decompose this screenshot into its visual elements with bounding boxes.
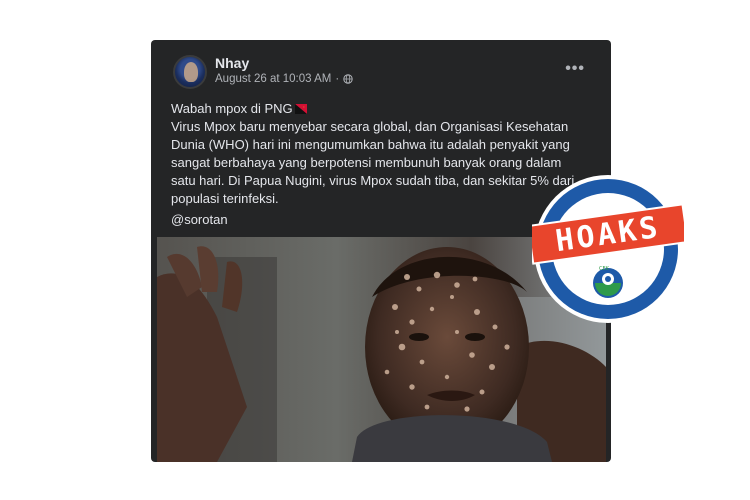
meta-separator: ·	[335, 73, 340, 85]
author-avatar[interactable]	[173, 55, 207, 89]
flag-icon	[294, 104, 307, 114]
hoaks-stamp: CEK HOAKS	[526, 173, 689, 325]
globe-icon	[343, 74, 353, 84]
author-name[interactable]: Nhay	[215, 55, 249, 71]
more-options-icon[interactable]: •••	[565, 60, 585, 78]
post-timestamp[interactable]: August 26 at 10:03 AM	[215, 73, 331, 85]
post-headline: Wabah mpox di PNG	[171, 101, 293, 116]
svg-text:CEK: CEK	[599, 266, 610, 272]
post-body: Virus Mpox baru menyebar secara global, …	[171, 119, 575, 206]
post-meta: August 26 at 10:03 AM ·	[215, 73, 353, 85]
post-text: Wabah mpox di PNG Virus Mpox baru menyeb…	[171, 100, 581, 208]
post-handle[interactable]: @sorotan	[171, 212, 228, 227]
